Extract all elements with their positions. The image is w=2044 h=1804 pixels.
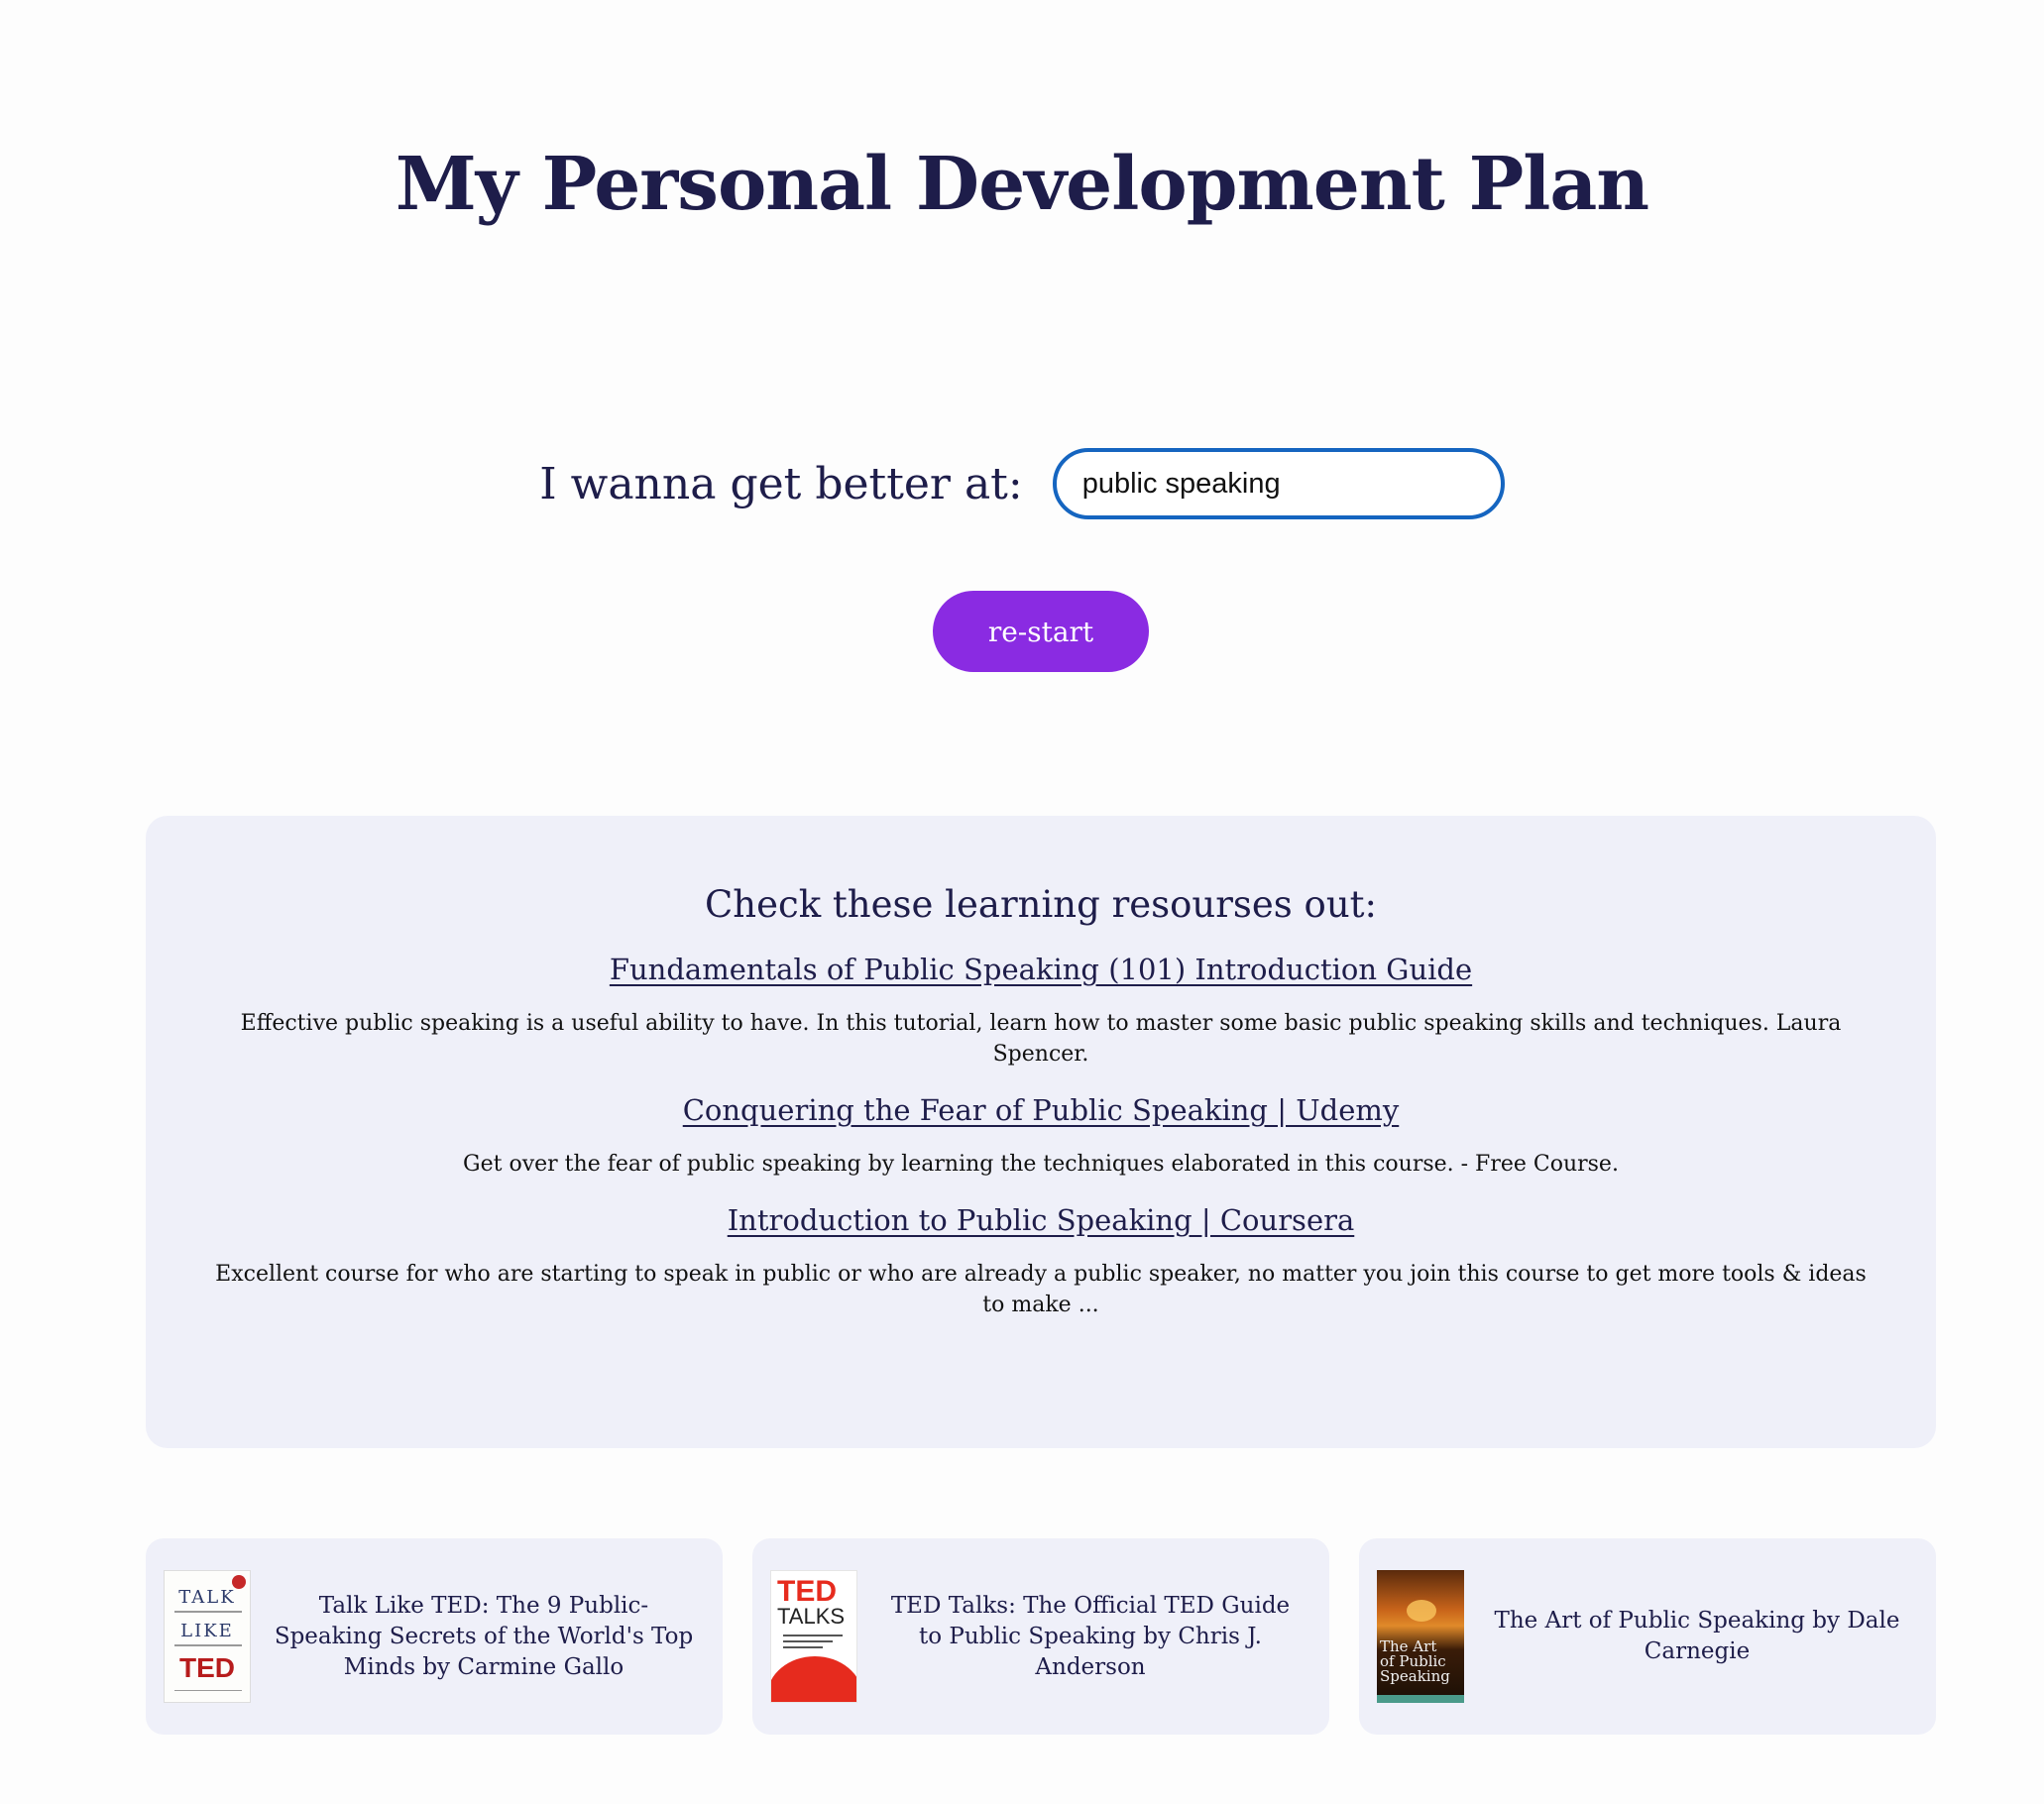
book-cover-image: TALK LIKE TED: [164, 1570, 251, 1703]
cover-text: LIKE: [180, 1621, 234, 1641]
book-title: Talk Like TED: The 9 Public-Speaking Sec…: [274, 1592, 694, 1680]
cover-graphic: [1407, 1600, 1436, 1622]
book-title: The Art of Public Speaking by Dale Carne…: [1494, 1608, 1900, 1664]
cover-rule: [783, 1646, 823, 1648]
cover-rule: [783, 1640, 833, 1642]
resource-description: Excellent course for who are starting to…: [215, 1262, 1867, 1317]
goal-label: I wanna get better at:: [539, 458, 1023, 509]
resource-description: Get over the fear of public speaking by …: [463, 1152, 1619, 1177]
cover-rule: [783, 1635, 843, 1636]
resource-description: Effective public speaking is a useful ab…: [240, 1011, 1842, 1067]
cover-band: [1377, 1695, 1464, 1703]
cover-text: TALKS: [777, 1604, 846, 1629]
resources-heading: Check these learning resourses out:: [704, 883, 1378, 926]
resource-item: Conquering the Fear of Public Speaking |…: [215, 1089, 1867, 1180]
cover-rule: [174, 1611, 242, 1613]
cover-text: Speaking: [1380, 1667, 1450, 1685]
cover-title: The Art of Public Speaking: [1380, 1639, 1450, 1684]
book-title: TED Talks: The Official TED Guide to Pub…: [890, 1592, 1291, 1680]
books-row: TALK LIKE TED Talk Like TED: The 9 Publi…: [146, 1538, 1936, 1735]
goal-input[interactable]: [1052, 448, 1505, 519]
book-cover-image: The Art of Public Speaking: [1377, 1570, 1464, 1703]
cover-graphic: [771, 1656, 856, 1702]
book-cover-image: TED TALKS: [770, 1570, 857, 1703]
cover-text: TED: [179, 1652, 235, 1683]
book-card[interactable]: TED TALKS TED Talks: The Official TED Gu…: [752, 1538, 1329, 1735]
resource-item: Introduction to Public Speaking | Course…: [215, 1199, 1867, 1320]
page-title: My Personal Development Plan: [395, 142, 1649, 227]
resources-panel: Check these learning resourses out: Fund…: [146, 816, 1936, 1448]
resource-link[interactable]: Conquering the Fear of Public Speaking |…: [683, 1089, 1400, 1131]
book-card[interactable]: TALK LIKE TED Talk Like TED: The 9 Publi…: [146, 1538, 723, 1735]
goal-row: I wanna get better at:: [0, 446, 2044, 521]
resource-link[interactable]: Fundamentals of Public Speaking (101) In…: [610, 949, 1472, 990]
resource-item: Fundamentals of Public Speaking (101) In…: [215, 949, 1867, 1070]
cover-text: TED: [777, 1575, 837, 1608]
restart-button[interactable]: re-start: [933, 591, 1149, 672]
book-card[interactable]: The Art of Public Speaking The Art of Pu…: [1359, 1538, 1936, 1735]
resource-link[interactable]: Introduction to Public Speaking | Course…: [728, 1199, 1355, 1241]
cover-rule: [174, 1690, 242, 1691]
cover-text: TALK: [178, 1587, 236, 1608]
cover-rule: [174, 1644, 242, 1646]
